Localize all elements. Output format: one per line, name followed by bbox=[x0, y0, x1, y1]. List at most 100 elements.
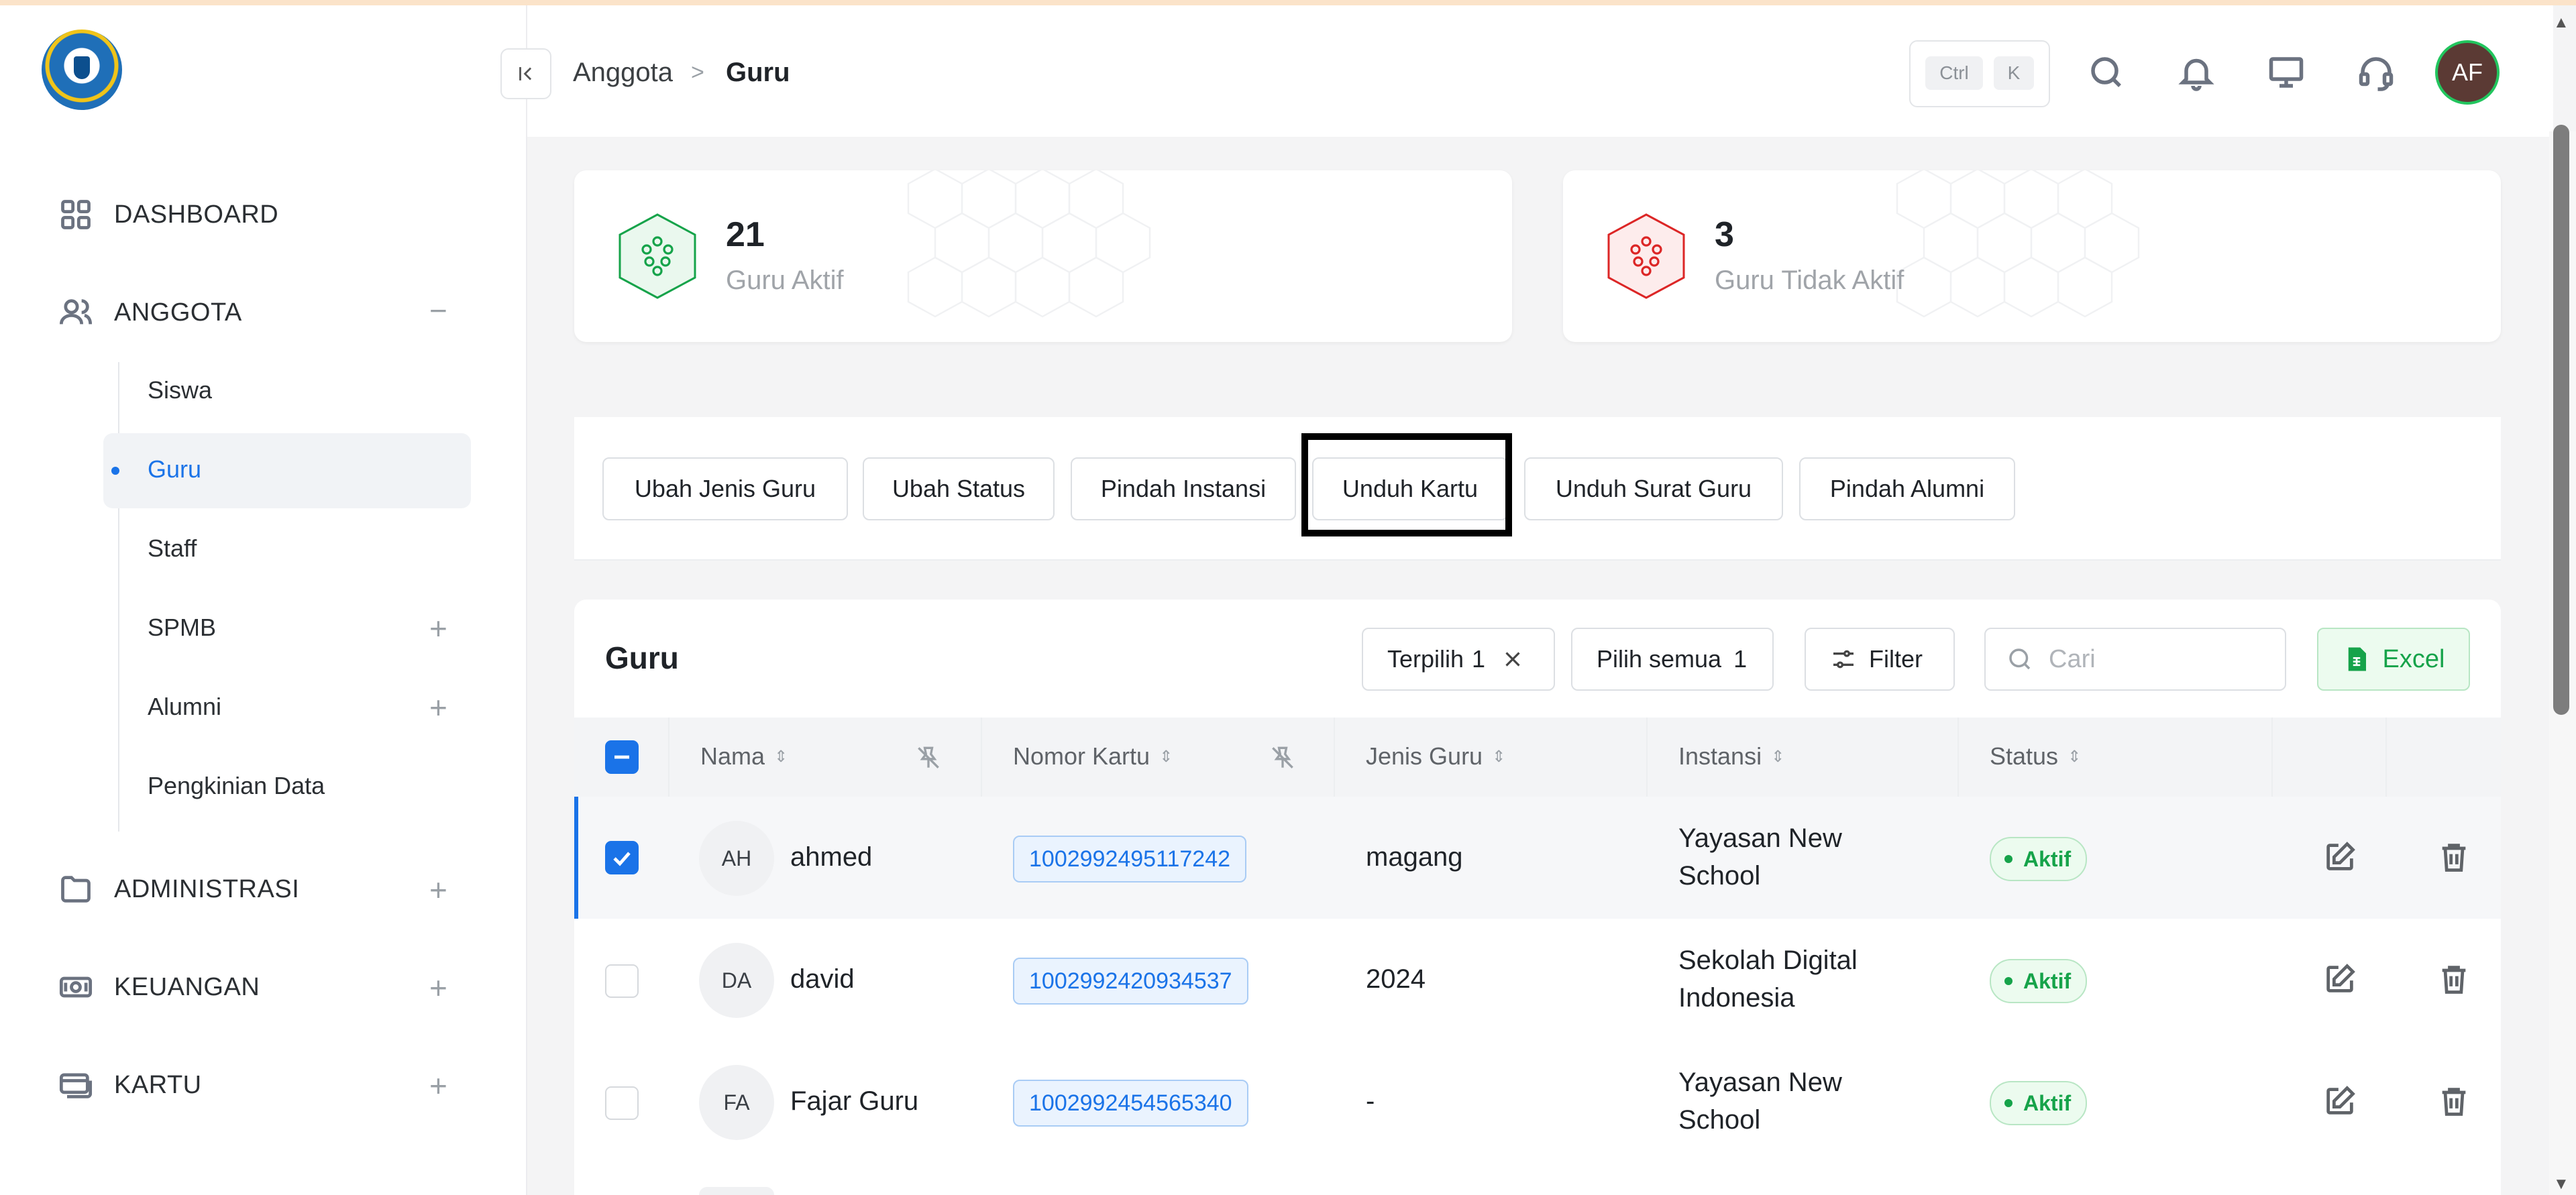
status-dot bbox=[2004, 855, 2012, 863]
sidebar-item-administrasi[interactable]: ADMINISTRASI bbox=[58, 862, 299, 916]
column-header-jenis-guru[interactable]: Jenis Guru ⇕ bbox=[1366, 738, 1505, 775]
row-checkbox[interactable] bbox=[605, 841, 639, 874]
table-row[interactable] bbox=[574, 919, 2501, 1042]
sidebar-sub-item-staff[interactable]: Staff bbox=[148, 528, 197, 569]
trash-icon[interactable] bbox=[2436, 962, 2471, 997]
select-all-button[interactable]: Pilih semua 1 bbox=[1571, 628, 1774, 691]
user-avatar[interactable]: AF bbox=[2435, 40, 2500, 105]
expand-keuangan-toggle[interactable]: + bbox=[429, 972, 447, 1003]
status-label: Aktif bbox=[2023, 846, 2072, 871]
pindah-instansi-button[interactable]: Pindah Instansi bbox=[1071, 457, 1296, 520]
sort-icon[interactable]: ⇕ bbox=[1492, 747, 1505, 766]
table-row[interactable] bbox=[574, 1163, 2501, 1195]
expand-administrasi-toggle[interactable]: + bbox=[429, 874, 447, 905]
row-checkbox[interactable] bbox=[605, 1086, 639, 1120]
bell-icon[interactable] bbox=[2176, 52, 2216, 93]
edit-icon[interactable] bbox=[2322, 840, 2357, 874]
hexagon-pattern bbox=[907, 170, 1151, 318]
table-search[interactable] bbox=[1984, 628, 2286, 691]
status-badge: Aktif bbox=[1990, 959, 2088, 1003]
guru-aktif-count: 21 bbox=[726, 215, 765, 254]
sort-icon[interactable]: ⇕ bbox=[1159, 747, 1173, 766]
column-header-instansi[interactable]: Instansi ⇕ bbox=[1678, 738, 1784, 775]
monitor-icon[interactable] bbox=[2266, 52, 2306, 93]
scrollbar-thumb[interactable] bbox=[2553, 125, 2569, 715]
teacher-name: ahmed bbox=[790, 842, 873, 872]
sidebar-sub-item-pengkinian-data[interactable]: Pengkinian Data bbox=[148, 766, 325, 806]
edit-icon[interactable] bbox=[2322, 1084, 2357, 1119]
expand-kartu-toggle[interactable]: + bbox=[429, 1070, 447, 1101]
sort-icon[interactable]: ⇕ bbox=[1771, 747, 1784, 766]
column-label: Status bbox=[1990, 742, 2059, 770]
kbd-ctrl: Ctrl bbox=[1925, 56, 1983, 90]
pindah-alumni-button[interactable]: Pindah Alumni bbox=[1799, 457, 2015, 520]
table-title: Guru bbox=[605, 640, 679, 675]
trash-icon[interactable] bbox=[2436, 840, 2471, 874]
sidebar-item-label: KEUANGAN bbox=[114, 972, 260, 1001]
breadcrumb-anggota[interactable]: Anggota bbox=[573, 54, 673, 91]
kbd-k: K bbox=[1994, 56, 2034, 90]
clear-selection-button[interactable]: Terpilih 1 bbox=[1362, 628, 1555, 691]
scroll-up-arrow[interactable]: ▲ bbox=[2553, 13, 2569, 32]
users-icon bbox=[58, 294, 94, 331]
sidebar-item-anggota[interactable]: ANGGOTA bbox=[58, 286, 242, 339]
search-icon[interactable] bbox=[2086, 52, 2127, 93]
scroll-down-arrow[interactable]: ▼ bbox=[2553, 1175, 2569, 1194]
unpin-icon[interactable] bbox=[914, 743, 943, 773]
trash-icon[interactable] bbox=[2436, 1084, 2471, 1119]
spreadsheet-icon bbox=[2348, 647, 2366, 671]
collapse-anggota-toggle[interactable]: − bbox=[429, 295, 447, 326]
column-label: Nama bbox=[700, 742, 765, 770]
instansi-cell-line2: School bbox=[1678, 1105, 1761, 1135]
breadcrumb-separator: > bbox=[691, 59, 704, 85]
expand-alumni-toggle[interactable]: + bbox=[429, 692, 447, 723]
sidebar-sub-item-alumni[interactable]: Alumni bbox=[148, 687, 221, 727]
card-number-badge[interactable]: 1002992420934537 bbox=[1013, 958, 1248, 1005]
column-label: Nomor Kartu bbox=[1013, 742, 1150, 770]
collapse-sidebar-button[interactable] bbox=[500, 48, 551, 99]
column-header-nama[interactable]: Nama ⇕ bbox=[700, 738, 788, 775]
column-header-status[interactable]: Status ⇕ bbox=[1990, 738, 2081, 775]
card-number-badge[interactable]: 1002992495117242 bbox=[1013, 836, 1247, 883]
ubah-status-button[interactable]: Ubah Status bbox=[863, 457, 1055, 520]
card-number-badge[interactable]: 1002992454565340 bbox=[1013, 1080, 1248, 1127]
row-checkbox[interactable] bbox=[605, 964, 639, 998]
grid-icon bbox=[58, 196, 94, 233]
filter-button[interactable]: Filter bbox=[1805, 628, 1955, 691]
unduh-surat-guru-button[interactable]: Unduh Surat Guru bbox=[1524, 457, 1783, 520]
unpin-icon[interactable] bbox=[1268, 743, 1297, 773]
sidebar-sub-item-siswa[interactable]: Siswa bbox=[148, 370, 212, 410]
sidebar-item-dashboard[interactable]: DASHBOARD bbox=[58, 188, 278, 241]
sidebar-item-kartu[interactable]: KARTU bbox=[58, 1058, 202, 1112]
check-icon bbox=[613, 852, 631, 866]
headset-icon[interactable] bbox=[2356, 52, 2396, 93]
column-label: Jenis Guru bbox=[1366, 742, 1483, 770]
active-dot bbox=[111, 467, 119, 475]
search-icon bbox=[2009, 648, 2031, 670]
select-all-checkbox[interactable] bbox=[605, 740, 639, 774]
selected-count: 1 bbox=[1472, 645, 1486, 673]
avatar: AH bbox=[699, 821, 774, 896]
stat-card-guru-tidak-aktif: 3 Guru Tidak Aktif bbox=[1563, 170, 2501, 342]
sort-icon[interactable]: ⇕ bbox=[774, 747, 788, 766]
sidebar-sub-item-guru[interactable]: Guru bbox=[148, 449, 201, 490]
table-header-row bbox=[574, 718, 2501, 797]
column-header-nomor-kartu[interactable]: Nomor Kartu ⇕ bbox=[1013, 738, 1173, 775]
guru-aktif-badge-icon bbox=[619, 213, 696, 299]
breadcrumb-guru: Guru bbox=[726, 57, 790, 87]
minus-icon bbox=[614, 755, 629, 759]
search-input[interactable] bbox=[2047, 644, 2251, 675]
expand-spmb-toggle[interactable]: + bbox=[429, 613, 447, 644]
close-icon bbox=[1505, 652, 1520, 667]
sidebar-sub-item-spmb[interactable]: SPMB bbox=[148, 608, 216, 648]
sidebar-item-label: ADMINISTRASI bbox=[114, 874, 300, 903]
export-excel-button[interactable]: Excel bbox=[2317, 628, 2470, 691]
sidebar-item-keuangan[interactable]: KEUANGAN bbox=[58, 960, 260, 1014]
filter-label: Filter bbox=[1869, 645, 1923, 673]
app-logo[interactable] bbox=[42, 30, 122, 110]
ubah-jenis-guru-button[interactable]: Ubah Jenis Guru bbox=[602, 457, 848, 520]
edit-icon[interactable] bbox=[2322, 962, 2357, 997]
instansi-cell-line1: Yayasan New bbox=[1678, 823, 1842, 853]
command-palette-shortcut[interactable]: Ctrl K bbox=[1909, 40, 2050, 107]
sort-icon[interactable]: ⇕ bbox=[2068, 747, 2081, 766]
